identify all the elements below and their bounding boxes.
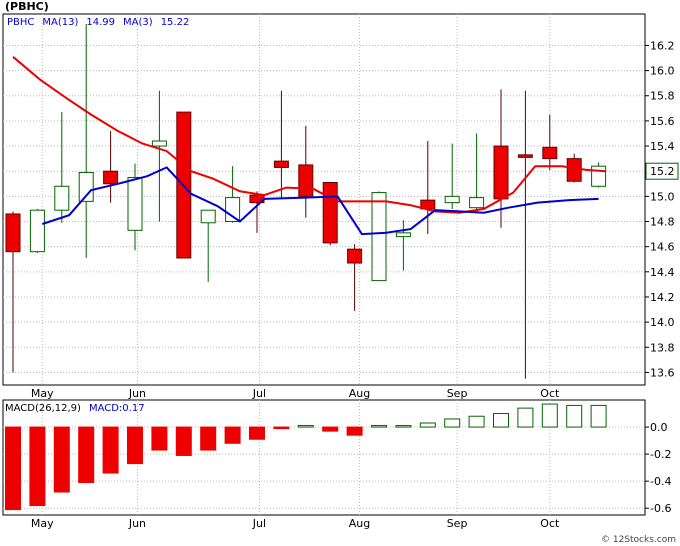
macd-y-tick-label: -0.2 <box>650 448 671 461</box>
candle-up <box>54 185 70 211</box>
price-y-tick-label: 16.2 <box>650 39 675 52</box>
candle-down <box>298 164 314 197</box>
candle-up <box>200 209 216 224</box>
price-x-month-label: Oct <box>540 387 560 400</box>
candle-down <box>322 182 338 244</box>
macd-bar-positive <box>590 404 607 428</box>
footer-credit: © 12Stocks.com <box>601 535 676 545</box>
candle-up <box>444 195 460 204</box>
stock-chart: 16.2 16.0 15.8 15.6 15.4 15.2 15.0 14.8 14.6 14.4… <box>2 13 679 530</box>
candle-up <box>225 197 241 223</box>
price-x-month-label: Sep <box>447 387 468 400</box>
macd-bar-positive <box>395 425 412 428</box>
price-legend-item: 15.22 <box>161 17 190 28</box>
price-y-tick-label: 15.8 <box>650 90 675 103</box>
macd-bar-positive <box>541 403 558 428</box>
price-y-tick-label: 15.4 <box>650 140 675 153</box>
macd-bar-negative <box>175 426 192 456</box>
macd-bar-positive <box>517 407 534 428</box>
macd-y-tick-label: 0.0 <box>650 421 668 434</box>
candle-down <box>103 170 119 185</box>
candle-down <box>566 158 582 182</box>
candle-up <box>29 209 45 253</box>
macd-bar-positive <box>297 425 314 428</box>
price-x-month-label: May <box>31 387 54 400</box>
macd-bar-positive <box>419 422 436 428</box>
macd-bar-negative <box>127 426 143 465</box>
macd-bar-negative <box>78 426 95 484</box>
candle-up <box>127 176 143 231</box>
macd-bar-negative <box>249 426 265 440</box>
price-y-tick-label: 16.0 <box>650 65 675 78</box>
macd-bar-positive <box>371 425 387 428</box>
price-y-tick-label: 14.4 <box>650 266 675 279</box>
candle-up <box>469 197 485 209</box>
price-legend-item: MA(3) <box>123 17 153 28</box>
macd-bar-positive <box>566 404 583 428</box>
macd-x-month-label: Sep <box>447 517 468 530</box>
price-y-tick-label: 14.8 <box>650 216 675 229</box>
price-y-tick-label: 13.6 <box>650 366 675 379</box>
macd-bar-negative <box>346 426 363 436</box>
macd-bar-negative <box>29 426 46 507</box>
price-legend-item: PBHC <box>7 17 34 28</box>
candle-down <box>517 154 533 158</box>
macd-y-tick-label: -0.6 <box>650 502 671 515</box>
macd-bar-negative <box>273 426 290 430</box>
macd-bar-negative <box>5 426 21 511</box>
price-y-tick-label: 15.6 <box>650 115 675 128</box>
candle-down <box>273 160 289 168</box>
candle-up <box>591 165 607 187</box>
price-y-tick-label: 15.0 <box>650 190 675 203</box>
price-x-month-label: Aug <box>349 387 370 400</box>
candle-down <box>542 146 558 160</box>
macd-x-month-label: May <box>31 517 54 530</box>
price-legend-item: 14.99 <box>86 17 115 28</box>
candle-down <box>347 248 363 264</box>
macd-x-month-label: Jul <box>252 517 266 530</box>
macd-legend-item: MACD(26,12,9) <box>5 403 81 414</box>
price-x-month-label: Jul <box>252 387 266 400</box>
candle-up <box>395 232 411 238</box>
candle-down <box>5 213 21 253</box>
candle-down <box>493 145 509 200</box>
price-y-tick-label: 14.6 <box>650 241 675 254</box>
macd-bar-negative <box>200 426 217 451</box>
price-x-month-label: Jun <box>128 387 146 400</box>
macd-bar-negative <box>322 426 339 432</box>
macd-y-tick-label: -0.4 <box>650 475 671 488</box>
macd-x-month-label: Jun <box>128 517 146 530</box>
macd-bar-negative <box>102 426 119 474</box>
macd-bar-negative <box>224 426 241 444</box>
macd-bar-positive <box>444 418 461 428</box>
price-y-tick-label: 13.8 <box>650 341 675 354</box>
last-price-label: 15.2 <box>650 165 675 178</box>
macd-x-month-label: Oct <box>540 517 560 530</box>
macd-bar-positive <box>493 413 509 428</box>
candle-up <box>151 140 167 147</box>
price-y-tick-label: 14.2 <box>650 291 675 304</box>
macd-bar-negative <box>53 426 70 493</box>
macd-bar-positive <box>468 415 485 428</box>
macd-bar-negative <box>151 426 168 451</box>
macd-x-month-label: Aug <box>349 517 370 530</box>
price-y-tick-label: 14.0 <box>650 316 675 329</box>
price-legend-item: MA(13) <box>42 17 78 28</box>
macd-legend-item: MACD:0.17 <box>89 403 145 414</box>
candle-up <box>371 192 387 282</box>
